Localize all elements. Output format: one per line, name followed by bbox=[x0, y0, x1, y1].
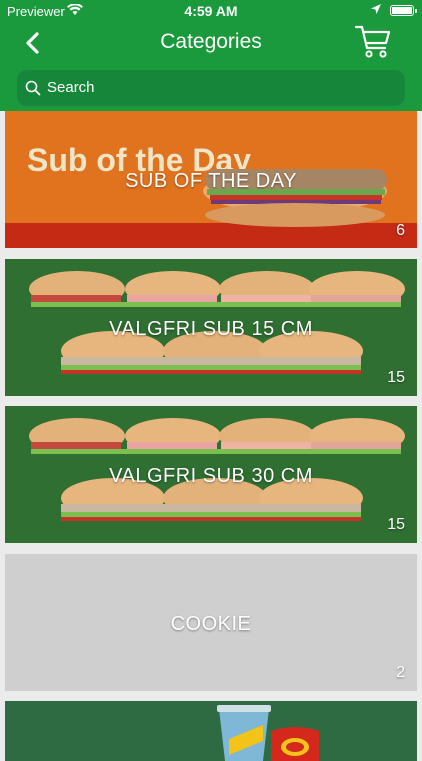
category-count: 2 bbox=[396, 664, 405, 681]
cart-icon[interactable] bbox=[354, 24, 392, 60]
category-card-valgfri-sub-30[interactable]: VALGFRI SUB 30 CM 15 bbox=[5, 406, 417, 543]
category-card-drinks[interactable] bbox=[5, 701, 417, 761]
status-bar: Previewer 4:59 AM bbox=[0, 0, 422, 22]
search-input[interactable]: Search bbox=[17, 70, 405, 106]
category-label: SUB OF THE DAY bbox=[125, 170, 297, 192]
category-count: 6 bbox=[396, 222, 405, 239]
search-icon bbox=[25, 80, 41, 96]
category-card-sub-of-the-day[interactable]: Sub of the Day SUB OF THE DAY 6 bbox=[5, 111, 417, 248]
category-label: VALGFRI SUB 15 CM bbox=[109, 318, 313, 340]
status-time: 4:59 AM bbox=[184, 3, 238, 19]
category-label: VALGFRI SUB 30 CM bbox=[109, 465, 313, 487]
search-placeholder: Search bbox=[47, 79, 95, 96]
category-count: 15 bbox=[387, 516, 405, 533]
category-card-valgfri-sub-15[interactable]: VALGFRI SUB 15 CM 15 bbox=[5, 259, 417, 396]
category-card-cookie[interactable]: COOKIE 2 bbox=[5, 554, 417, 691]
nav-header: Previewer 4:59 AM Categories Search bbox=[0, 0, 422, 111]
category-label: COOKIE bbox=[170, 613, 252, 635]
drinks-image bbox=[5, 701, 417, 761]
location-arrow-icon bbox=[371, 4, 381, 14]
battery-icon bbox=[390, 5, 417, 16]
category-count: 15 bbox=[387, 369, 405, 386]
